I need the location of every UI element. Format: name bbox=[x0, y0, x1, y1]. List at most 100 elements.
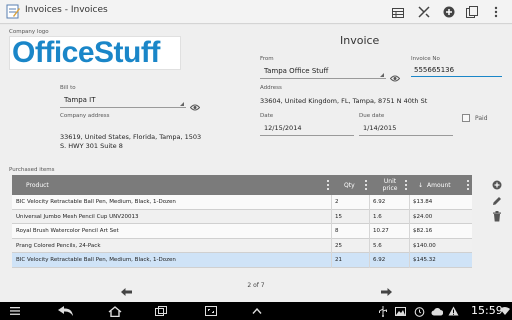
status-clock: 15:59 bbox=[471, 304, 503, 317]
paid-checkbox[interactable] bbox=[462, 114, 470, 122]
tools-icon bbox=[418, 3, 430, 22]
cell-unit-price: 1.6 bbox=[370, 209, 410, 224]
cell-qty: 2 bbox=[332, 195, 370, 210]
column-header-qty[interactable]: Qty bbox=[332, 175, 370, 195]
image-icon bbox=[395, 305, 406, 317]
arrow-right-icon bbox=[381, 281, 392, 300]
due-date-field[interactable]: 1/14/2015 bbox=[363, 124, 396, 132]
cloud-sync-icon bbox=[431, 305, 443, 317]
app-icon[interactable] bbox=[6, 4, 20, 19]
purchased-items-label: Purchased items bbox=[9, 167, 55, 173]
column-menu-icon[interactable] bbox=[365, 180, 367, 190]
from-label: From bbox=[260, 56, 274, 62]
eye-icon[interactable] bbox=[389, 67, 401, 86]
cell-unit-price: 6.92 bbox=[370, 253, 410, 268]
table-row[interactable]: Royal Brush Watercolor Pencil Art Set 8 … bbox=[12, 224, 472, 239]
cell-amount: $145.32 bbox=[413, 257, 436, 264]
cell-qty: 15 bbox=[332, 209, 370, 224]
chevron-up-icon[interactable] bbox=[252, 305, 262, 317]
trash-icon bbox=[492, 207, 502, 226]
cell-amount: $82.16 bbox=[413, 228, 433, 235]
from-dropdown-icon[interactable] bbox=[380, 73, 384, 77]
company-address-label: Company address bbox=[60, 113, 110, 119]
cell-product: Prang Colored Pencils, 24-Pack bbox=[12, 238, 332, 253]
address-field[interactable]: 33604, United Kingdom, FL, Tampa, 8751 N… bbox=[260, 97, 427, 105]
overflow-menu-button[interactable] bbox=[486, 2, 506, 22]
logo-text: OfficeStuff bbox=[12, 36, 160, 69]
column-menu-icon[interactable] bbox=[405, 180, 407, 190]
edit-item-button[interactable] bbox=[492, 191, 504, 205]
wifi-icon bbox=[500, 305, 510, 317]
from-underline bbox=[260, 78, 386, 79]
cell-amount: $24.00 bbox=[413, 213, 433, 220]
cell-qty: 25 bbox=[332, 238, 370, 253]
cell-product: BIC Velocity Retractable Ball Pen, Mediu… bbox=[12, 253, 332, 268]
address-label: Address bbox=[260, 85, 282, 91]
tools-button[interactable] bbox=[414, 2, 434, 22]
due-date-underline bbox=[359, 135, 453, 136]
cell-product: Universal Jumbo Mesh Pencil Cup UNV20013 bbox=[12, 209, 332, 224]
copy-icon bbox=[466, 3, 478, 22]
cell-unit-price: 5.6 bbox=[370, 238, 410, 253]
column-menu-icon[interactable] bbox=[467, 180, 469, 190]
alarm-icon bbox=[414, 305, 425, 317]
cell-product: BIC Velocity Retractable Ball Pen, Mediu… bbox=[12, 195, 332, 210]
add-button[interactable] bbox=[439, 2, 459, 22]
usb-icon bbox=[378, 305, 388, 317]
date-field[interactable]: 12/15/2014 bbox=[264, 124, 301, 132]
recent-apps-icon[interactable] bbox=[155, 305, 167, 317]
paid-label: Paid bbox=[475, 115, 488, 122]
copy-button[interactable] bbox=[462, 2, 482, 22]
table-view-button[interactable] bbox=[388, 2, 408, 22]
column-header-unit-price[interactable]: Unit price bbox=[370, 175, 410, 195]
screenshot-icon[interactable] bbox=[205, 305, 217, 317]
column-menu-icon[interactable] bbox=[327, 180, 329, 190]
next-page-button[interactable] bbox=[381, 281, 392, 300]
menu-icon[interactable] bbox=[10, 305, 20, 317]
warning-icon bbox=[448, 305, 459, 317]
bill-to-dropdown-icon[interactable] bbox=[180, 102, 184, 106]
column-header-amount[interactable]: ↓ Amount bbox=[410, 175, 472, 195]
purchased-items-table: Product Qty Unit price ↓ Amount BIC Velo… bbox=[12, 175, 472, 268]
arrow-left-icon bbox=[121, 281, 132, 300]
company-logo-label: Company logo bbox=[9, 29, 49, 35]
invoice-no-label: Invoice No bbox=[411, 56, 440, 62]
system-nav-bar: 15:59 bbox=[0, 302, 512, 320]
bill-to-label: Bill to bbox=[60, 85, 76, 91]
company-address-line1[interactable]: 33619, United States, Florida, Tampa, 15… bbox=[60, 133, 201, 141]
table-row[interactable]: Universal Jumbo Mesh Pencil Cup UNV20013… bbox=[12, 209, 472, 224]
date-underline bbox=[260, 135, 354, 136]
eye-icon[interactable] bbox=[189, 96, 201, 115]
back-icon[interactable] bbox=[58, 305, 74, 317]
column-product-label: Product bbox=[26, 181, 49, 189]
previous-page-button[interactable] bbox=[121, 281, 132, 300]
table-header: Product Qty Unit price ↓ Amount bbox=[12, 175, 472, 195]
home-icon[interactable] bbox=[108, 305, 122, 317]
due-date-label: Due date bbox=[359, 113, 385, 119]
action-bar: Invoices - Invoices bbox=[0, 0, 512, 24]
cell-unit-price: 10.27 bbox=[370, 224, 410, 239]
cell-product: Royal Brush Watercolor Pencil Art Set bbox=[12, 224, 332, 239]
cell-amount: $140.00 bbox=[413, 242, 436, 249]
company-address-line2[interactable]: S. HWY 301 Suite 8 bbox=[60, 142, 123, 150]
from-spinner[interactable]: Tampa Office Stuff bbox=[264, 67, 328, 75]
delete-item-button[interactable] bbox=[492, 207, 504, 222]
invoice-no-field[interactable]: 555665136 bbox=[411, 64, 502, 77]
cell-qty: 8 bbox=[332, 224, 370, 239]
column-header-product[interactable]: Product bbox=[12, 175, 332, 195]
add-circle-icon bbox=[443, 3, 455, 22]
company-logo[interactable]: OfficeStuff bbox=[9, 36, 181, 70]
date-label: Date bbox=[260, 113, 274, 119]
table-row[interactable]: Prang Colored Pencils, 24-Pack 25 5.6 $1… bbox=[12, 238, 472, 253]
table-row-selected[interactable]: BIC Velocity Retractable Ball Pen, Mediu… bbox=[12, 253, 472, 268]
column-unit-price-label-2: price bbox=[382, 185, 398, 192]
column-unit-price-label-1: Unit bbox=[383, 178, 397, 185]
page-indicator: 2 of 7 bbox=[247, 282, 265, 289]
table-row[interactable]: BIC Velocity Retractable Ball Pen, Mediu… bbox=[12, 195, 472, 210]
add-item-button[interactable] bbox=[492, 175, 504, 190]
sort-desc-icon: ↓ bbox=[418, 181, 424, 189]
bill-to-spinner[interactable]: Tampa IT bbox=[64, 96, 96, 104]
column-amount-label: Amount bbox=[427, 181, 451, 189]
table-icon bbox=[392, 3, 404, 22]
cell-unit-price: 6.92 bbox=[370, 195, 410, 210]
